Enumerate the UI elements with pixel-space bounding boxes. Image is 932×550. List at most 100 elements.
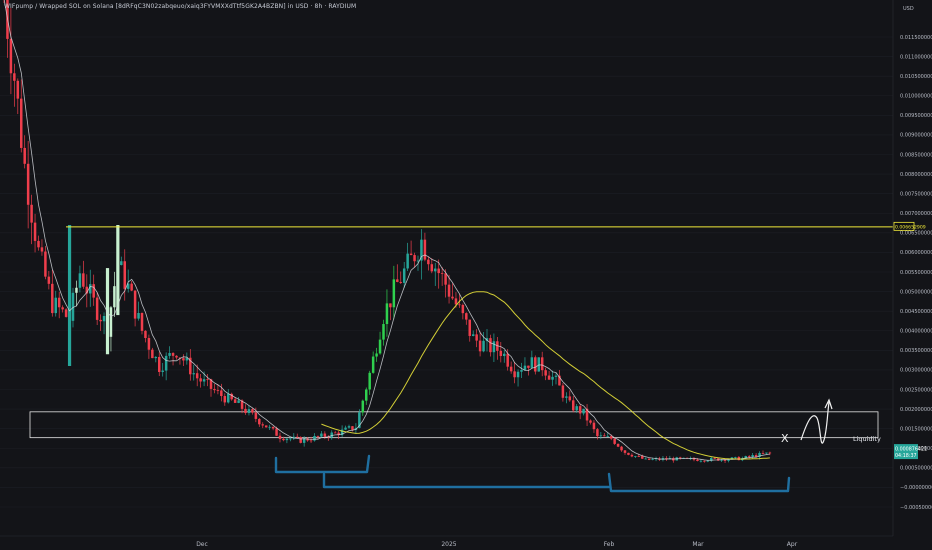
candle-body <box>154 356 158 359</box>
candle-body <box>199 378 202 382</box>
level-badge-label: 0.006652909 <box>895 224 926 230</box>
candle-body <box>275 428 278 436</box>
candle-body <box>299 437 302 443</box>
candle-body <box>171 353 175 356</box>
time-tick-label: 2025 <box>441 541 456 548</box>
candle-body <box>285 438 289 441</box>
candle-body <box>471 334 475 336</box>
price-tick-label: 0.003000000 <box>900 368 932 374</box>
candle-body <box>623 450 627 453</box>
candle-body <box>282 438 285 441</box>
candle-body <box>747 456 751 457</box>
candle-body <box>30 204 33 223</box>
candle-body <box>385 303 389 325</box>
price-tick-label: 0.010500000 <box>900 74 932 80</box>
candle-body <box>113 286 116 308</box>
candle-body <box>161 370 164 372</box>
currency-label: USD <box>903 6 914 12</box>
candle-body <box>192 373 195 375</box>
candle-body <box>333 432 337 434</box>
candle-body <box>309 440 313 442</box>
price-tick-label: 0.010000000 <box>900 94 932 100</box>
price-tick-label: 0.007500000 <box>900 191 932 197</box>
chart-background <box>0 0 932 550</box>
candle-body <box>620 446 623 451</box>
candle-body <box>237 400 240 403</box>
candle-body <box>16 80 20 99</box>
price-tick-label: 0.002500000 <box>900 387 932 393</box>
candle-body <box>434 268 437 272</box>
candle-body <box>133 290 137 319</box>
candle-body <box>465 313 468 320</box>
candle-body <box>396 279 399 282</box>
candle-body <box>616 443 620 447</box>
candle-body <box>123 261 126 289</box>
candle-body <box>451 296 454 299</box>
candle-body <box>492 341 496 353</box>
price-tick-label: 0.011500000 <box>900 35 932 41</box>
candle-body <box>251 409 254 413</box>
candle-body <box>630 454 634 457</box>
candle-body <box>227 393 230 403</box>
candle-body <box>202 379 206 382</box>
time-tick-label: Apr <box>787 541 798 548</box>
candle-body <box>609 436 613 439</box>
candle-body <box>64 309 68 317</box>
candle-body <box>437 268 440 274</box>
candle-body <box>389 303 392 308</box>
candle-body <box>344 427 347 430</box>
candle-body <box>392 279 396 308</box>
candle-body <box>147 338 151 350</box>
candle-body <box>572 400 575 411</box>
candle-body <box>20 98 23 148</box>
candle-body <box>278 435 282 439</box>
price-tick-label: −0.000000000 <box>900 485 932 491</box>
candle-body <box>423 239 427 260</box>
candle-body <box>582 408 585 414</box>
price-tick-label: 0.008000000 <box>900 172 932 178</box>
price-tick-label: 0.009000000 <box>900 133 932 139</box>
candle-body <box>375 353 378 357</box>
price-chart[interactable]: 0.011500000 0.011000000 0.010500000 0.01000… <box>0 0 932 550</box>
price-axis[interactable]: 0.011500000 0.011000000 0.010500000 0.01000… <box>892 0 932 550</box>
candle-body <box>47 276 51 284</box>
candle-body <box>513 371 516 378</box>
candle-body <box>651 459 654 460</box>
candle-body <box>44 251 47 277</box>
candle-body <box>9 38 13 74</box>
candle-body <box>534 357 537 372</box>
candle-body <box>454 298 458 305</box>
x-mark-label: X <box>781 432 789 445</box>
time-tick-label: Feb <box>604 541 615 548</box>
candle-body <box>489 338 492 353</box>
candle-body <box>13 73 16 81</box>
candle-body <box>37 240 40 248</box>
candle-body <box>82 273 85 287</box>
candle-body <box>561 385 565 398</box>
price-tick-label: −0.000500000 <box>900 505 932 511</box>
candle-body <box>120 261 123 266</box>
candle-body <box>371 356 375 373</box>
candle-body <box>168 353 171 356</box>
candle-body <box>761 452 765 454</box>
candle-body <box>206 379 209 380</box>
price-tick-label: 0.011000000 <box>900 54 932 60</box>
candle-body <box>247 409 251 413</box>
candle-body <box>378 339 382 354</box>
candle-body <box>233 399 237 403</box>
candle-body <box>578 406 582 414</box>
candle-body <box>523 365 527 370</box>
candle-body <box>351 426 354 430</box>
candle-body <box>499 350 503 357</box>
candle-body <box>223 396 227 403</box>
candle-body <box>254 412 258 419</box>
price-tick-label: 0.005500000 <box>900 270 932 276</box>
chart-title: WIFpump / Wrapped SOL on Solana [8dRFqC3… <box>4 3 357 10</box>
price-tick-label: 0.006000000 <box>900 250 932 256</box>
candle-body <box>468 319 471 336</box>
candle-body <box>402 268 406 283</box>
candle-body <box>606 436 609 437</box>
candle-body <box>627 452 630 455</box>
candle-body <box>634 456 637 457</box>
candle-body <box>444 273 447 285</box>
